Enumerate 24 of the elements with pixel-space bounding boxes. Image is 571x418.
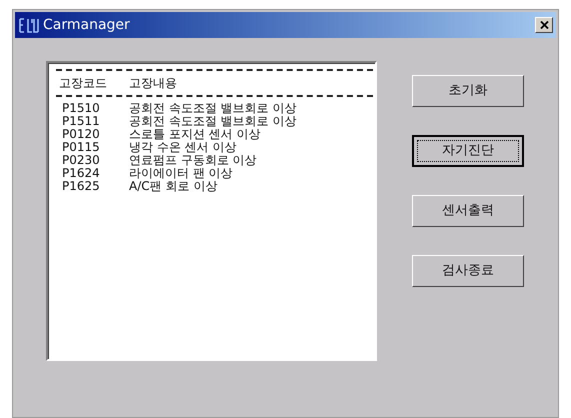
column-header: 고장코드 <box>58 75 108 92</box>
close-button[interactable] <box>535 17 553 33</box>
fault-description: A/C팬 회로 이상 <box>129 180 218 193</box>
fault-description: 스로틀 포지션 센서 이상 <box>129 128 260 141</box>
logo-icon <box>18 16 40 34</box>
action-button[interactable]: 초기화 <box>412 75 524 107</box>
fault-code: P0115 <box>62 141 101 154</box>
fault-code: P1510 <box>62 102 101 115</box>
fault-code: P0120 <box>62 128 101 141</box>
fault-code: P1625 <box>62 180 101 193</box>
fault-code: P0230 <box>62 154 101 167</box>
fault-description: 냉각 수온 센서 이상 <box>129 141 236 154</box>
fault-description: 라이에이터 팬 이상 <box>129 167 233 180</box>
close-icon <box>540 21 548 29</box>
window-title: Carmanager <box>43 16 131 34</box>
fault-code: P1511 <box>62 115 101 128</box>
fault-code: P1624 <box>62 167 101 180</box>
fault-description: 연료펌프 구동회로 이상 <box>129 154 257 167</box>
fault-description: 공회전 속도조절 밸브회로 이상 <box>129 115 296 128</box>
action-button[interactable]: 자기진단 <box>412 135 524 167</box>
fault-description: 공회전 속도조절 밸브회로 이상 <box>129 102 296 115</box>
action-button[interactable]: 검사종료 <box>412 255 524 287</box>
column-header: 고장내용 <box>129 75 177 92</box>
action-button[interactable]: 센서출력 <box>412 195 524 227</box>
